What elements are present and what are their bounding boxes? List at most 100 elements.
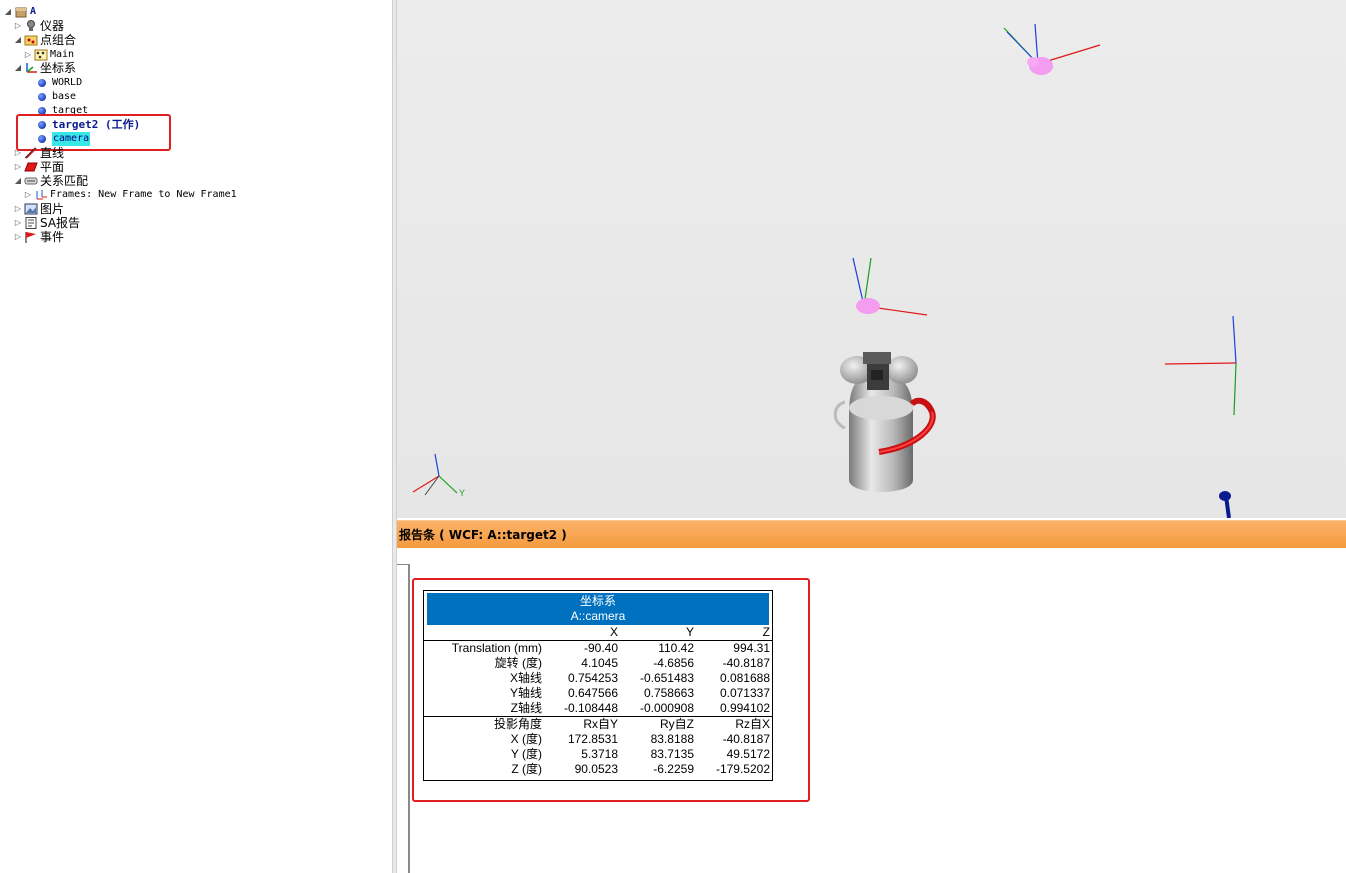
robot-model[interactable] — [833, 352, 936, 492]
tree-root-label: A — [30, 6, 37, 17]
header-cell: Z — [762, 625, 770, 639]
row-label-cell: 旋转 (度) — [494, 656, 542, 670]
tree-pane: ◢ A ▷ 仪器 ◢ 点组合 ▷ Main ◢ 坐标系 WORLD base t… — [0, 0, 392, 873]
row-label-cell: Z轴线 — [510, 701, 542, 715]
collapse-icon[interactable]: ◢ — [14, 174, 22, 188]
header-cell — [424, 625, 542, 640]
collapse-icon[interactable]: ◢ — [14, 33, 22, 47]
report-icon — [24, 217, 38, 229]
frame-report-table: 坐标系 A::camera X Y Z Translation (mm) -90.… — [423, 590, 773, 781]
line-icon — [24, 147, 38, 159]
triad-y-label: Y — [459, 488, 465, 498]
table-row: X轴线 0.754253 -0.651483 0.081688 — [424, 671, 772, 686]
tree-item-main[interactable]: ▷ Main — [24, 48, 74, 62]
row-label-cell: Y (度) — [510, 747, 542, 761]
header-cell: X — [609, 625, 618, 639]
tree-item-planes[interactable]: ▷ 平面 — [14, 160, 64, 174]
frame-dot-icon — [38, 93, 46, 101]
header-cell: Ry自Z — [660, 717, 694, 731]
plane-icon — [24, 161, 38, 173]
tree-item-label: 事件 — [40, 230, 65, 244]
value-cell: 49.5172 — [726, 747, 770, 761]
value-cell: -0.108448 — [563, 701, 618, 715]
value-cell: -40.8187 — [722, 656, 770, 670]
tree-item-relationships[interactable]: ◢ 关系匹配 — [14, 174, 88, 188]
table-row: Z轴线 -0.108448 -0.000908 0.994102 — [424, 701, 772, 716]
value-cell: 994.31 — [733, 641, 770, 655]
value-cell: 4.1045 — [581, 656, 618, 670]
tree-root[interactable]: ◢ A — [4, 5, 36, 19]
tree-item-label: 关系匹配 — [40, 174, 89, 188]
tree-item-label: 坐标系 — [40, 61, 77, 75]
frame-marker-middle[interactable] — [852, 257, 928, 316]
tree-item-instrument[interactable]: ▷ 仪器 — [14, 19, 64, 33]
tree-item-pictures[interactable]: ▷ 图片 — [14, 202, 64, 216]
value-cell: 110.42 — [658, 641, 694, 655]
frame-marker-right[interactable] — [1164, 315, 1237, 416]
expand-icon[interactable]: ▷ — [14, 230, 22, 244]
frame-to-frame-icon — [34, 189, 48, 201]
tree-item-label: WORLD — [52, 77, 83, 88]
tree-item-label: Main — [50, 49, 75, 60]
tree-item-label: 仪器 — [40, 19, 65, 33]
report-bar-header: 报告条 ( WCF: A::target2 ) — [397, 520, 1346, 548]
value-cell: 0.081688 — [719, 671, 770, 685]
tree-item-label: 点组合 — [40, 33, 77, 47]
value-cell: -0.651483 — [639, 671, 694, 685]
frame-marker-top[interactable] — [1003, 23, 1101, 75]
projection-row: Z (度) 90.0523 -6.2259 -179.5202 — [424, 762, 772, 777]
expand-icon[interactable]: ▷ — [24, 48, 32, 62]
tree-item-relationship-frames[interactable]: ▷ Frames: New Frame to New Frame1 — [24, 188, 237, 202]
expand-icon[interactable]: ▷ — [14, 19, 22, 33]
frame-axes-icon — [24, 62, 38, 74]
tree-item-lines[interactable]: ▷ 直线 — [14, 146, 64, 160]
value-cell: 0.647566 — [567, 686, 618, 700]
row-label-cell: Translation (mm) — [451, 641, 542, 655]
collapse-icon[interactable]: ◢ — [4, 5, 12, 19]
tree-item-frame-base[interactable]: base — [38, 90, 76, 104]
projection-row: Y (度) 5.3718 83.7135 49.5172 — [424, 747, 772, 762]
view-triad: Y — [412, 453, 465, 498]
report-bar-title: 报告条 ( WCF: A::target2 ) — [399, 528, 567, 542]
row-label-cell: X轴线 — [509, 671, 542, 685]
value-cell: 90.0523 — [574, 762, 618, 776]
folder-points-icon — [24, 34, 38, 46]
probe-marker[interactable] — [1219, 491, 1231, 518]
expand-icon[interactable]: ▷ — [14, 146, 22, 160]
report-toolbar-strip — [397, 548, 1346, 565]
3d-viewport[interactable]: Y — [397, 0, 1346, 518]
tree-item-events[interactable]: ▷ 事件 — [14, 230, 64, 244]
value-cell: -4.6856 — [653, 656, 694, 670]
projection-header-row: 投影角度 Rx自Y Ry自Z Rz自X — [424, 717, 772, 732]
row-label-cell: X (度) — [510, 732, 542, 746]
table-title: 坐标系 — [579, 594, 616, 608]
value-cell: -90.40 — [583, 641, 618, 655]
expand-icon[interactable]: ▷ — [14, 160, 22, 174]
value-cell: 172.8531 — [567, 732, 618, 746]
expand-icon[interactable]: ▷ — [14, 202, 22, 216]
value-cell: 0.071337 — [719, 686, 770, 700]
projection-row: X (度) 172.8531 83.8188 -40.8187 — [424, 732, 772, 747]
table-title-block: 坐标系 A::camera — [427, 593, 769, 625]
value-cell: 0.758663 — [643, 686, 694, 700]
relationship-icon — [24, 175, 38, 187]
collapse-icon[interactable]: ◢ — [14, 61, 22, 75]
expand-icon[interactable]: ▷ — [24, 188, 32, 202]
header-cell: Rz自X — [735, 717, 770, 731]
tree-item-frames[interactable]: ◢ 坐标系 — [14, 61, 76, 75]
tree-item-label: 直线 — [40, 146, 65, 160]
tree-item-label: base — [52, 91, 77, 102]
table-row: 旋转 (度) 4.1045 -4.6856 -40.8187 — [424, 656, 772, 671]
value-cell: -40.8187 — [722, 732, 770, 746]
tree-item-point-groups[interactable]: ◢ 点组合 — [14, 33, 76, 47]
value-cell: 0.994102 — [719, 701, 770, 715]
tree-item-sa-report[interactable]: ▷ SA报告 — [14, 216, 80, 230]
row-label-cell: Z (度) — [511, 762, 542, 776]
table-header-row: X Y Z — [424, 625, 772, 640]
table-row: Y轴线 0.647566 0.758663 0.071337 — [424, 686, 772, 701]
expand-icon[interactable]: ▷ — [14, 216, 22, 230]
value-cell: 0.754253 — [567, 671, 618, 685]
scene-canvas: Y — [412, 23, 1237, 518]
header-cell: 投影角度 — [493, 717, 542, 731]
tree-item-frame-world[interactable]: WORLD — [38, 76, 82, 90]
